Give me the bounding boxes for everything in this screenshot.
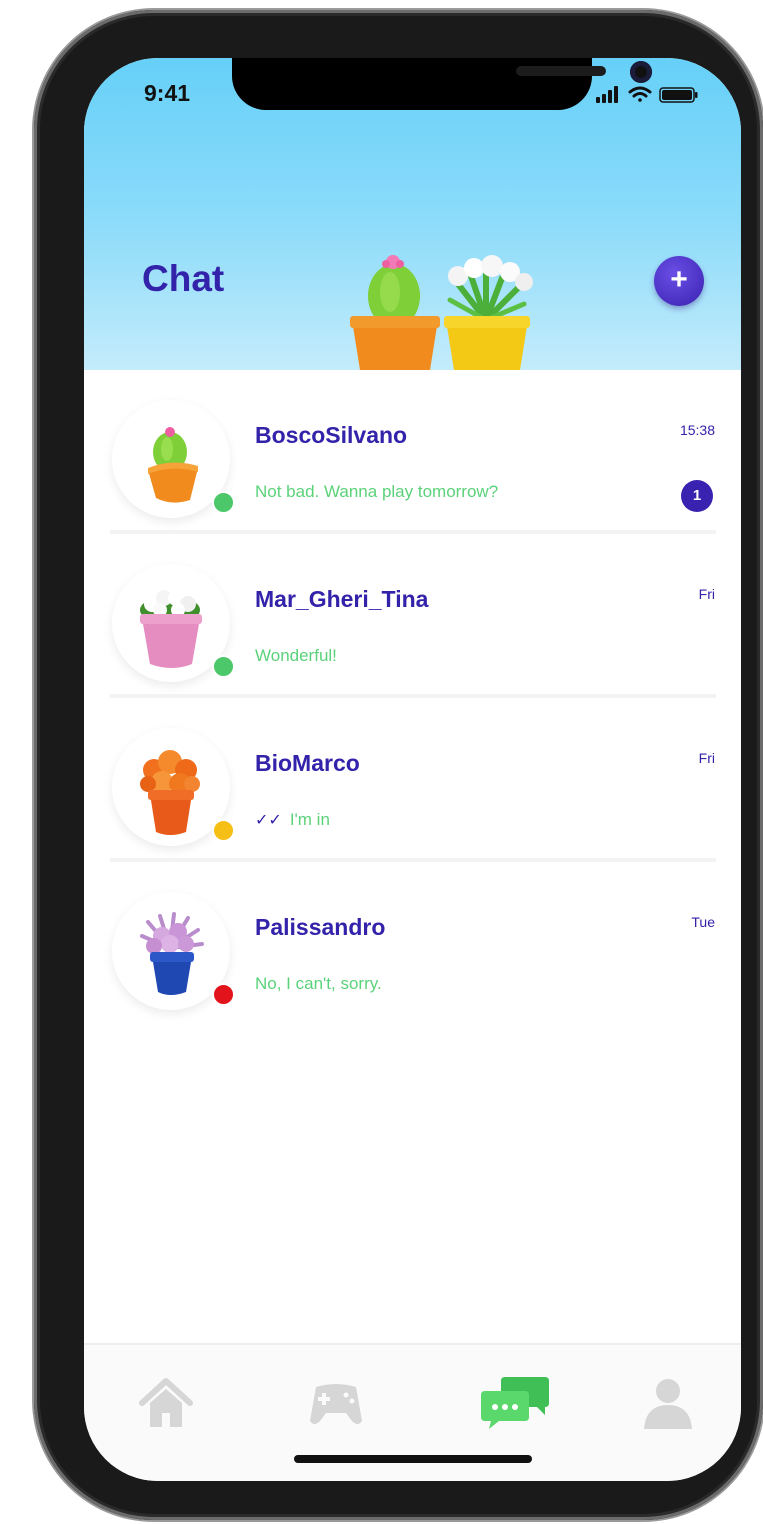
page-title: Chat [142, 258, 225, 299]
speaker-grille [516, 66, 606, 76]
message-time: Tue [691, 914, 715, 930]
message-time: 15:38 [679, 422, 715, 438]
tab-chat[interactable] [479, 1373, 549, 1433]
device-notch [232, 58, 652, 110]
chat-list-item[interactable]: Mar_Gheri_Tina Wonderful! Fri [84, 534, 741, 698]
message-text: I'm in [289, 810, 330, 829]
tab-home[interactable] [136, 1373, 196, 1433]
message-text: Wonderful! [255, 646, 337, 665]
plus-icon: + [670, 263, 688, 296]
last-message: ✓✓ I'm in [255, 810, 330, 830]
message-text: Not bad. Wanna play tomorrow? [255, 482, 499, 501]
home-indicator[interactable] [294, 1455, 532, 1463]
online-status-dot [212, 655, 235, 678]
status-icons [596, 86, 698, 103]
add-chat-button[interactable]: + [654, 256, 704, 306]
white-flowers-illustration [444, 255, 533, 370]
message-text: No, I can't, sorry. [255, 974, 382, 993]
contact-name: Mar_Gheri_Tina [255, 586, 429, 612]
signal-icon [596, 86, 618, 103]
contact-name: BioMarco [255, 750, 360, 776]
battery-icon [659, 87, 698, 103]
potted-plants-illustration [350, 255, 533, 370]
message-time: Fri [698, 750, 715, 766]
front-camera [630, 61, 652, 83]
read-receipt-icon: ✓✓ [255, 812, 282, 829]
away-status-dot [212, 819, 235, 842]
wifi-icon [628, 86, 652, 102]
tab-games[interactable] [306, 1373, 366, 1433]
online-status-dot [212, 491, 235, 514]
tab-profile[interactable] [638, 1373, 698, 1433]
last-message: Wonderful! [255, 646, 337, 666]
last-message: No, I can't, sorry. [255, 974, 382, 994]
unread-badge: 1 [681, 480, 713, 512]
contact-name: Palissandro [255, 914, 386, 940]
home-icon [139, 1378, 193, 1427]
app-screen: 9:41 Chat + BoscoSilvano Not bad. Wanna … [84, 58, 741, 1481]
chat-list-item[interactable]: BioMarco ✓✓ I'm in Fri [84, 698, 741, 862]
chat-list-item[interactable]: BoscoSilvano Not bad. Wanna play tomorro… [84, 370, 741, 534]
chat-list-item[interactable]: Palissandro No, I can't, sorry. Tue [84, 862, 741, 1026]
contact-name: BoscoSilvano [255, 422, 408, 448]
message-time: Fri [698, 586, 715, 602]
busy-status-dot [212, 983, 235, 1006]
gamepad-icon [310, 1384, 362, 1424]
last-message: Not bad. Wanna play tomorrow? [255, 482, 498, 502]
person-icon [644, 1379, 692, 1429]
status-time: 9:41 [144, 80, 191, 106]
cactus-illustration [350, 255, 440, 370]
chat-bubbles-icon [481, 1377, 549, 1429]
chat-header: 9:41 Chat + [84, 58, 741, 370]
